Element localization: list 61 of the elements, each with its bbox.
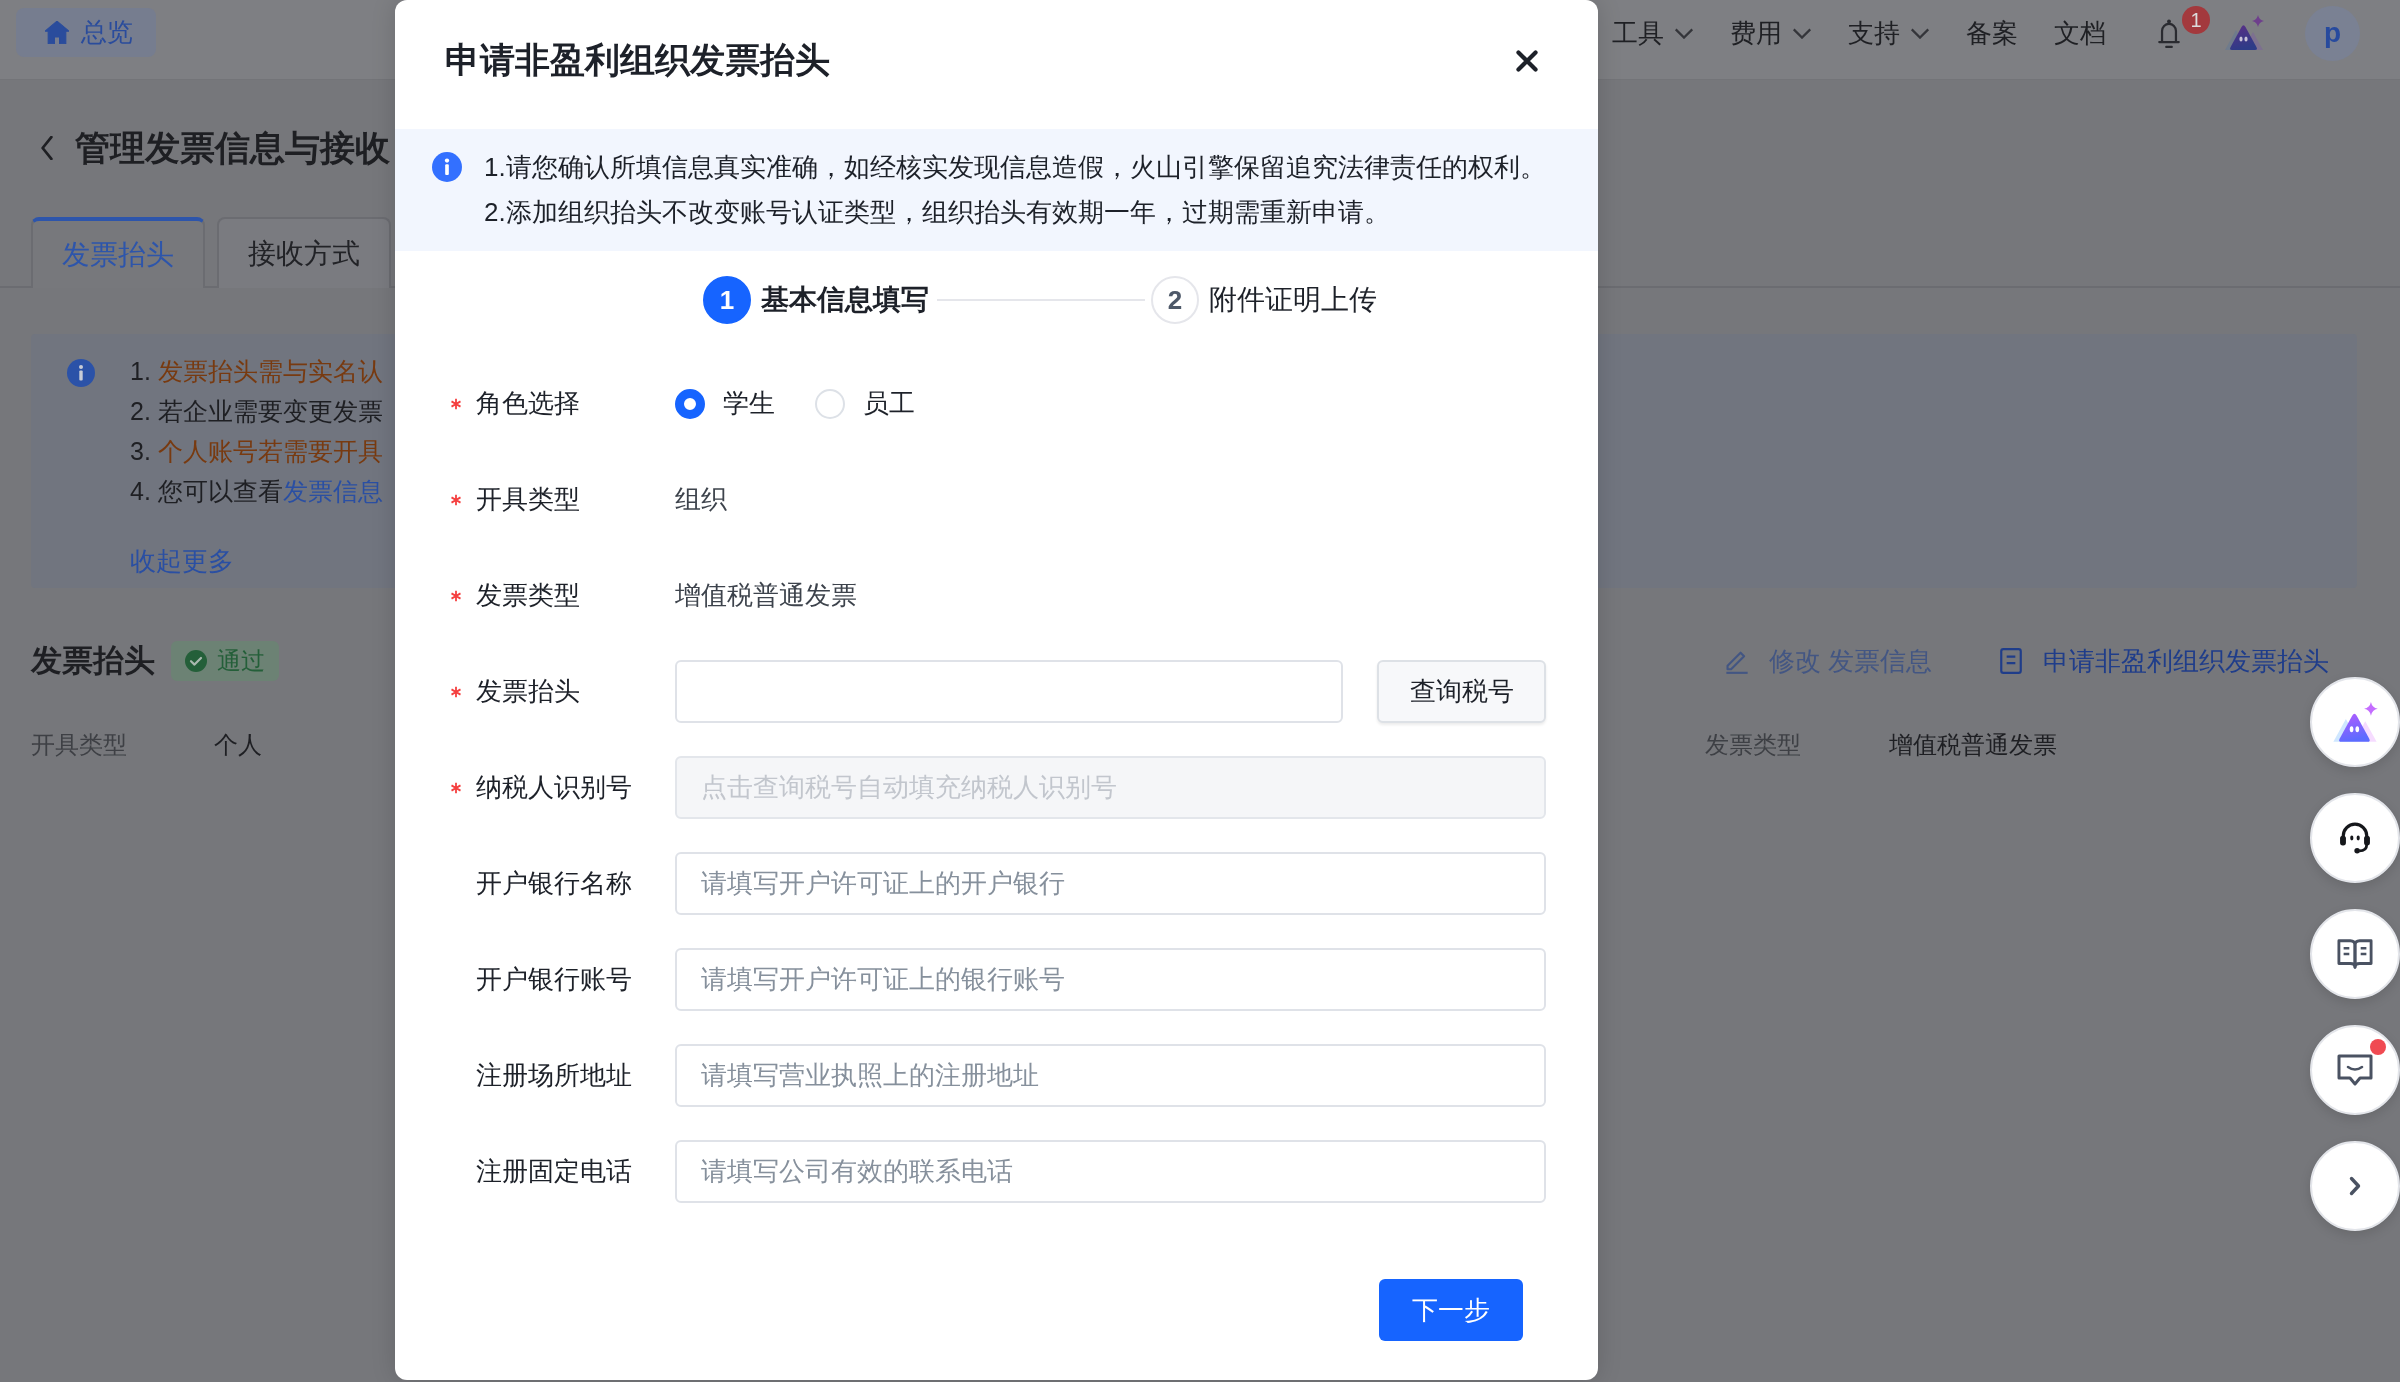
info-icon: [432, 152, 462, 182]
notice-line: 1.请您确认所填信息真实准确，如经核实发现信息造假，火山引擎保留追究法律责任的权利。: [484, 151, 1546, 184]
home-icon: [45, 21, 69, 44]
detail-value: 增值税普通发票: [1889, 730, 2057, 760]
nav-menu[interactable]: 文档: [2054, 8, 2106, 58]
dialog-title: 申请非盈利组织发票抬头: [445, 39, 830, 81]
field-label: 纳税人识别号: [476, 771, 632, 804]
notice-line: 2. 若企业需要变更发票: [130, 396, 383, 427]
notice-line: 3. 个人账号若需要开具: [130, 436, 383, 467]
nav-menu[interactable]: 工具: [1612, 8, 1694, 58]
chat-bubble-icon: [2337, 1054, 2373, 1086]
back-chevron-icon[interactable]: [40, 136, 54, 160]
close-icon[interactable]: [1516, 49, 1538, 72]
user-avatar[interactable]: p: [2305, 5, 2360, 61]
input-field[interactable]: 请填写营业执照上的注册地址: [675, 1044, 1546, 1107]
open-book-icon: [2337, 938, 2373, 970]
next-button[interactable]: 下一步: [1379, 1279, 1523, 1341]
detail-label: 开具类型: [31, 730, 127, 760]
step-label: 附件证明上传: [1209, 283, 1377, 317]
document-icon: [1999, 648, 2023, 674]
field-label: 发票类型: [476, 579, 580, 612]
field-label: 注册固定电话: [476, 1155, 632, 1188]
notice-line: 2.添加组织抬头不改变账号认证类型，组织抬头有效期一年，过期需重新申请。: [484, 196, 1391, 229]
step-label: 基本信息填写: [761, 283, 929, 317]
input-field[interactable]: 请填写开户许可证上的开户银行: [675, 852, 1546, 915]
chevron-right-icon: [2349, 1176, 2361, 1196]
nav-menu[interactable]: 费用: [1730, 8, 1812, 58]
input-field[interactable]: [675, 660, 1343, 723]
input-field[interactable]: 请填写公司有效的联系电话: [675, 1140, 1546, 1203]
notification-count: 1: [2182, 6, 2210, 34]
field-label: 开户银行名称: [476, 867, 632, 900]
nav-menu[interactable]: 支持: [1848, 8, 1930, 58]
nav-menu[interactable]: 备案: [1966, 8, 2018, 58]
notice-line: 4. 您可以查看发票信息: [130, 476, 383, 507]
headset-icon: [2337, 822, 2373, 854]
field-label: 发票抬头: [476, 675, 580, 708]
input-field[interactable]: 请填写开户许可证上的银行账号: [675, 948, 1546, 1011]
step-indicator: 2: [1151, 276, 1199, 324]
mountain-mascot-icon: [2332, 701, 2378, 743]
field-value: 组织: [675, 483, 727, 516]
detail-value: 个人: [214, 730, 262, 760]
radio-option[interactable]: 学生: [675, 386, 775, 421]
field-label: 开户银行账号: [476, 963, 632, 996]
mountain-mascot-icon[interactable]: [2224, 15, 2264, 51]
check-circle-icon: [185, 650, 207, 672]
field-label: 开具类型: [476, 483, 580, 516]
notice-line: 1. 发票抬头需与实名认: [130, 356, 383, 387]
radio-option[interactable]: 员工: [815, 386, 915, 421]
page-title: 管理发票信息与接收: [75, 126, 390, 169]
status-label: 通过: [217, 646, 265, 676]
tab[interactable]: 接收方式: [217, 217, 391, 288]
apply-nonprofit-link[interactable]: 申请非盈利组织发票抬头: [1999, 643, 2329, 679]
section-title: 发票抬头: [31, 642, 155, 680]
field-label: 角色选择: [476, 387, 580, 420]
info-icon: [67, 359, 95, 387]
field-value: 增值税普通发票: [675, 579, 857, 612]
step-indicator: 1: [703, 276, 751, 324]
query-button[interactable]: 查询税号: [1377, 660, 1546, 723]
bell-icon[interactable]: [2156, 17, 2182, 49]
field-label: 注册场所地址: [476, 1059, 632, 1092]
detail-label: 发票类型: [1705, 730, 1801, 760]
